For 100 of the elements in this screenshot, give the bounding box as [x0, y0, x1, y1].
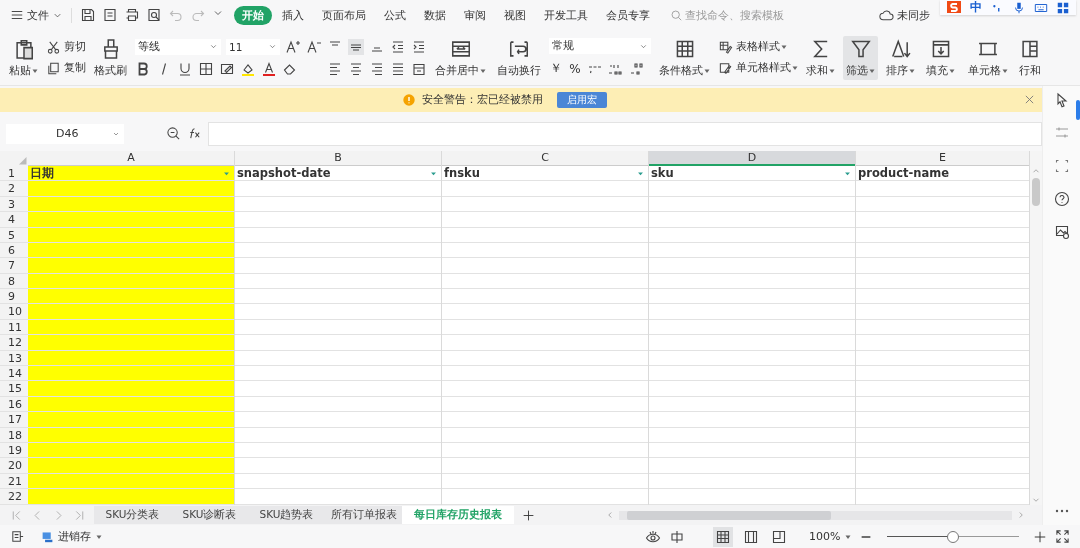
save-icon[interactable]: [80, 7, 96, 23]
caret-icon: [209, 42, 218, 51]
plus-icon[interactable]: [522, 508, 535, 522]
wrap-text-button[interactable]: 自动换行: [494, 35, 544, 80]
rows-columns-button[interactable]: 行和: [1016, 35, 1044, 80]
filter-button[interactable]: 筛选: [843, 35, 878, 80]
shrink-font-icon[interactable]: [306, 38, 322, 55]
sort-icon: [889, 37, 912, 60]
image-check-icon[interactable]: [1053, 224, 1070, 240]
cut-button[interactable]: 剪切: [46, 39, 86, 55]
microphone-icon[interactable]: [1012, 0, 1026, 15]
zoom-formula-icon[interactable]: [166, 126, 181, 142]
help-icon[interactable]: [1053, 191, 1070, 207]
caret-icon: [1002, 67, 1008, 74]
caret-icon: [792, 65, 798, 71]
column-header[interactable]: D: [649, 150, 855, 166]
formula-input[interactable]: [208, 121, 1042, 146]
warning-text: 安全警告：宏已经被禁用: [422, 92, 543, 107]
workbook-icon: [41, 530, 54, 543]
document-icon[interactable]: [102, 7, 118, 23]
font-select[interactable]: 等线: [135, 38, 221, 55]
decrease-decimal-icon[interactable]: [629, 60, 645, 77]
workbook-menu[interactable]: 进销存: [41, 529, 102, 544]
copy-icon: [46, 60, 61, 76]
sync-status[interactable]: 未同步: [879, 7, 930, 23]
sheet-tab[interactable]: SKU诊断表: [171, 506, 248, 524]
format-painter-button[interactable]: 格式刷: [91, 35, 130, 80]
currency-button[interactable]: ￥: [549, 60, 563, 77]
view-mode-button[interactable]: [713, 526, 734, 547]
sort-button[interactable]: 排序: [883, 35, 918, 80]
normal-view-icon: [715, 528, 732, 545]
caret-icon: [704, 67, 710, 74]
ribbon-tab[interactable]: 数据: [416, 5, 454, 25]
column-header[interactable]: C: [442, 150, 648, 166]
caret-icon: [829, 67, 835, 74]
preview-icon[interactable]: [146, 7, 162, 23]
caret-icon: [869, 67, 875, 74]
fill-button[interactable]: 填充: [923, 35, 958, 80]
indent-icon[interactable]: [411, 38, 427, 55]
eye-icon[interactable]: [645, 528, 662, 545]
conditional-format-button[interactable]: 条件格式: [656, 35, 713, 80]
cell-style-icon: [718, 60, 733, 76]
zoom-thumb[interactable]: [947, 530, 959, 543]
copy-button[interactable]: 复制: [46, 60, 86, 76]
apps-icon[interactable]: [1056, 0, 1070, 15]
cell-style-button[interactable]: 单元格样式: [718, 60, 798, 76]
close-icon[interactable]: [1023, 93, 1036, 106]
macro-icon[interactable]: [10, 529, 25, 544]
caret-icon: [781, 44, 787, 50]
menu-icon: [10, 8, 24, 22]
table-style-button[interactable]: 表格样式: [718, 39, 798, 55]
cell-button[interactable]: 单元格: [965, 35, 1011, 80]
font-size-select[interactable]: 11: [226, 38, 280, 55]
ribbon-tab[interactable]: 开发工具: [536, 5, 596, 25]
align-right-icon[interactable]: [369, 60, 385, 77]
border-icon[interactable]: [198, 60, 214, 77]
page-break-view-icon: [771, 528, 788, 545]
caret-icon: [96, 533, 102, 540]
name-box[interactable]: D46: [6, 123, 124, 144]
column-header[interactable]: A: [28, 150, 234, 166]
scroll-thumb[interactable]: [627, 510, 832, 520]
paste-button[interactable]: 粘贴: [6, 35, 41, 80]
merge-center-button[interactable]: 合并居中: [432, 35, 489, 80]
fullscreen-icon[interactable]: [1055, 529, 1070, 544]
enable-macro-button[interactable]: 启用宏: [557, 91, 607, 108]
scroll-thumb[interactable]: [1032, 177, 1040, 206]
align-center-icon[interactable]: [348, 60, 364, 77]
outdent-icon[interactable]: [390, 38, 406, 55]
ribbon-tab[interactable]: 插入: [274, 5, 312, 25]
file-menu[interactable]: 文件: [10, 7, 72, 23]
column-header[interactable]: E: [856, 150, 1029, 166]
justify-icon[interactable]: [390, 60, 406, 77]
header-cell: sku: [651, 166, 674, 181]
number-format-select[interactable]: 常规: [549, 38, 651, 54]
ime-language[interactable]: 中: [970, 0, 982, 16]
grow-font-icon[interactable]: [285, 38, 301, 55]
sheet-tab[interactable]: SKU分类表: [94, 506, 171, 524]
crosshair-icon[interactable]: [669, 528, 686, 545]
ribbon-tab[interactable]: 页面布局: [314, 5, 374, 25]
percent-button[interactable]: %: [568, 61, 582, 76]
header-cell: snapshot-date: [237, 166, 331, 181]
ribbon-tab[interactable]: 审阅: [456, 5, 494, 25]
align-left-icon[interactable]: [327, 60, 343, 77]
search-field[interactable]: 查找命令、搜索模板: [670, 8, 815, 22]
caret-icon: [480, 67, 486, 74]
sheet-tab[interactable]: SKU趋势表: [248, 506, 325, 524]
ribbon-tab[interactable]: 公式: [376, 5, 414, 25]
column-header[interactable]: B: [235, 150, 441, 166]
sum-button[interactable]: 求和: [803, 35, 838, 80]
sheet-tab[interactable]: 所有订单报表: [325, 506, 402, 524]
ribbon-tab[interactable]: 视图: [496, 5, 534, 25]
ime-logo-icon[interactable]: [946, 0, 962, 16]
caret-icon: [32, 67, 38, 74]
font-color-icon[interactable]: [261, 60, 277, 77]
sliders-icon[interactable]: [1053, 125, 1070, 141]
ribbon-tab[interactable]: 会员专享: [598, 5, 658, 25]
header-cell: fnsku: [444, 166, 480, 181]
zoom-level[interactable]: 100%: [809, 530, 851, 543]
print-icon[interactable]: [124, 7, 140, 23]
frame-icon[interactable]: [1053, 158, 1070, 174]
